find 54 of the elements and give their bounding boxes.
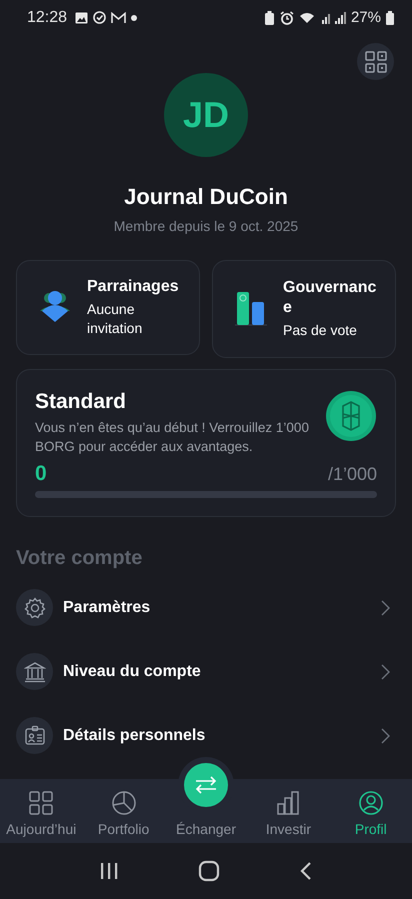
chevron-right-icon	[381, 664, 390, 680]
nav-tab[interactable]: Profil	[330, 779, 412, 843]
image-icon	[75, 12, 88, 24]
home-icon[interactable]	[198, 860, 220, 882]
wifi-icon	[298, 11, 315, 24]
chevron-right-icon	[381, 600, 390, 616]
clock-time: 12:28	[27, 8, 68, 26]
battery-icon	[386, 10, 394, 24]
alarm-icon	[280, 10, 294, 24]
info-card[interactable]: Parrainages Aucune invitation	[16, 260, 200, 355]
user-icon	[358, 791, 383, 815]
nav-tab[interactable]: Portfolio	[82, 779, 165, 843]
grid-icon	[29, 791, 54, 815]
card-title: Gouvernance	[283, 278, 378, 318]
gear-icon	[24, 596, 46, 618]
swap-arrows-icon	[194, 775, 218, 795]
locked-amount: 0	[35, 462, 47, 486]
coin-icon	[325, 390, 377, 442]
nav-tab[interactable]: Aujourd’hui	[0, 779, 82, 843]
signal-icon	[320, 11, 346, 24]
card-title: Parrainages	[87, 277, 180, 297]
card-subtitle: Pas de vote	[283, 321, 358, 340]
qr-scan-button[interactable]	[357, 43, 394, 80]
recents-icon[interactable]	[99, 862, 120, 880]
bar-chart-icon	[276, 791, 300, 815]
nav-tab[interactable]: Investir	[247, 779, 330, 843]
bank-icon	[24, 660, 46, 682]
menu-item[interactable]: Paramètres	[16, 589, 396, 626]
info-card[interactable]: Gouvernance Pas de vote	[212, 260, 396, 358]
tier-title: Standard	[35, 390, 128, 414]
section-title: Votre compte	[16, 547, 144, 570]
menu-item[interactable]: Niveau du compte	[16, 653, 396, 690]
dot-icon	[131, 14, 138, 20]
chevron-right-icon	[381, 728, 390, 744]
mail-icon	[111, 12, 126, 24]
back-icon[interactable]	[298, 861, 313, 881]
profile-name: Journal DuCoin	[124, 184, 288, 210]
check-circle-icon	[93, 11, 106, 24]
nav-tab[interactable]: Échanger	[164, 755, 248, 843]
member-since: Membre depuis le 9 oct. 2025	[114, 218, 298, 234]
pie-chart-icon	[112, 791, 136, 815]
card-subtitle: Aucune invitation	[87, 300, 144, 338]
battery-percent: 27%	[350, 9, 381, 26]
tier-description: Vous n’en êtes qu’au début ! Verrouillez 1’000 BORG pour accéder aux avantages.	[35, 419, 310, 456]
avatar: JD	[164, 73, 248, 157]
id-card-icon	[24, 724, 46, 746]
menu-label: Paramètres	[63, 598, 152, 616]
swap-button-circle[interactable]	[184, 763, 228, 807]
battery-saver-icon	[264, 10, 275, 24]
menu-label: Détails personnels	[63, 726, 206, 744]
target-amount: /1’000	[328, 464, 377, 485]
menu-item[interactable]: Détails personnels	[16, 717, 396, 754]
qr-code-icon	[364, 50, 386, 72]
menu-label: Niveau du compte	[63, 662, 202, 680]
